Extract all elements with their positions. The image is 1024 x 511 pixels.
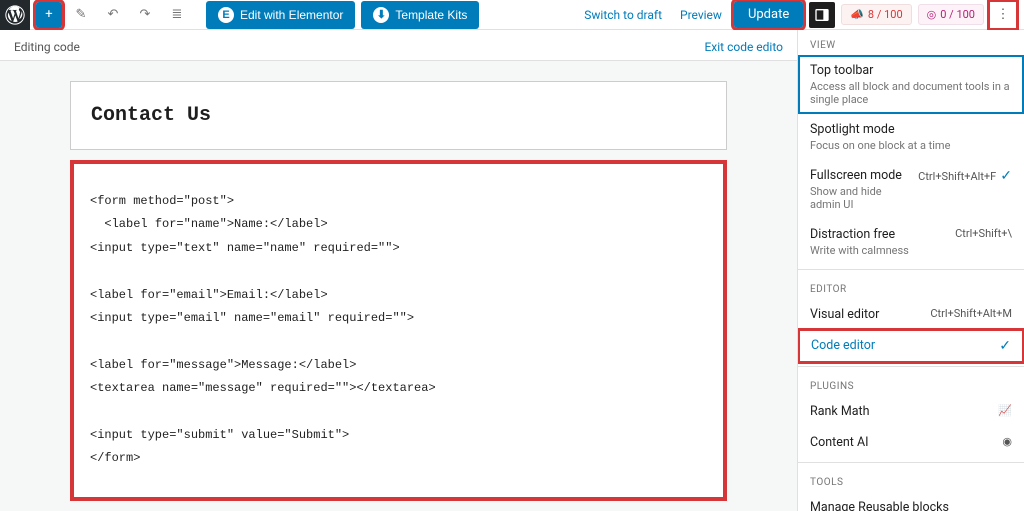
code-editor-label: Code editor [811, 338, 875, 353]
options-menu-button[interactable]: ⋮ [990, 2, 1016, 28]
plus-icon: + [45, 7, 52, 22]
fullscreen-sub: Show and hide admin UI [810, 185, 910, 211]
template-kits-button[interactable]: ⬇ Template Kits [361, 1, 479, 29]
undo-button[interactable]: ↶ [100, 2, 126, 28]
option-top-toolbar[interactable]: Top toolbar Access all block and documen… [798, 55, 1024, 114]
option-distraction-free[interactable]: Distraction free Write with calmness Ctr… [798, 219, 1024, 265]
spiral-icon: ◉ [1002, 435, 1012, 448]
wordpress-icon [5, 5, 25, 25]
spotlight-label: Spotlight mode [810, 122, 950, 137]
undo-icon: ↶ [103, 5, 123, 25]
details-button[interactable]: ≣ [164, 2, 190, 28]
exit-code-editor-link[interactable]: Exit code edito [704, 40, 783, 54]
check-icon: ✓ [1000, 168, 1012, 184]
sidebar-icon [814, 7, 830, 23]
option-fullscreen[interactable]: Fullscreen mode Show and hide admin UI C… [798, 160, 1024, 219]
option-code-editor[interactable]: Code editor ✓ [799, 330, 1023, 362]
page-title: Contact Us [91, 104, 706, 127]
code-editor-content[interactable]: <form method="post"> <label for="name">N… [90, 190, 707, 471]
spotlight-sub: Focus on one block at a time [810, 139, 950, 152]
distraction-sub: Write with calmness [810, 244, 909, 257]
settings-toggle[interactable] [809, 2, 835, 28]
option-manage-reusable[interactable]: Manage Reusable blocks [798, 492, 1024, 511]
seo-score-b[interactable]: ◎ 0 / 100 [918, 4, 984, 25]
switch-to-draft-link[interactable]: Switch to draft [578, 4, 668, 26]
download-icon: ⬇ [373, 7, 389, 23]
section-editor-label: EDITOR [798, 274, 1024, 299]
section-view-label: VIEW [798, 30, 1024, 55]
top-toolbar-label: Top toolbar [810, 63, 1012, 78]
chart-icon: 📈 [998, 404, 1012, 417]
option-rank-math[interactable]: Rank Math 📈 [798, 396, 1024, 427]
seo-score-a[interactable]: 📣 8 / 100 [841, 4, 911, 25]
editor-column: Editing code Exit code edito Contact Us … [0, 30, 797, 511]
target-icon: ◎ [927, 8, 937, 21]
option-spotlight[interactable]: Spotlight mode Focus on one block at a t… [798, 114, 1024, 160]
option-content-ai[interactable]: Content AI ◉ [798, 427, 1024, 458]
rank-math-label: Rank Math [810, 404, 870, 419]
template-kits-label: Template Kits [395, 8, 467, 22]
option-visual-editor[interactable]: Visual editor Ctrl+Shift+Alt+M [798, 299, 1024, 330]
update-button[interactable]: Update [734, 1, 803, 28]
elementor-label: Edit with Elementor [240, 8, 343, 22]
content-ai-label: Content AI [810, 435, 869, 450]
fullscreen-label: Fullscreen mode [810, 168, 910, 183]
fullscreen-shortcut: Ctrl+Shift+Alt+F [918, 170, 996, 183]
seo-score-a-value: 8 / 100 [868, 8, 903, 21]
list-icon: ≣ [167, 5, 187, 25]
title-block[interactable]: Contact Us [70, 81, 727, 150]
code-editor-frame: <form method="post"> <label for="name">N… [70, 160, 727, 501]
seo-score-b-value: 0 / 100 [940, 8, 975, 21]
top-toolbar: + ✎ ↶ ↷ ≣ E Edit with Elementor ⬇ Templa… [0, 0, 1024, 30]
distraction-shortcut: Ctrl+Shift+\ [955, 227, 1012, 240]
options-panel: VIEW Top toolbar Access all block and do… [797, 30, 1024, 511]
visual-editor-label: Visual editor [810, 307, 879, 322]
top-toolbar-sub: Access all block and document tools in a… [810, 80, 1012, 106]
redo-button[interactable]: ↷ [132, 2, 158, 28]
megaphone-icon: 📣 [850, 8, 864, 21]
wp-logo[interactable] [0, 0, 30, 30]
visual-editor-shortcut: Ctrl+Shift+Alt+M [930, 307, 1012, 320]
editor-subbar: Editing code Exit code edito [0, 30, 797, 61]
edit-mode-button[interactable]: ✎ [68, 2, 94, 28]
pencil-icon: ✎ [71, 5, 91, 25]
check-icon: ✓ [999, 338, 1011, 354]
section-tools-label: TOOLS [798, 467, 1024, 492]
reusable-label: Manage Reusable blocks [810, 500, 949, 511]
edit-with-elementor-button[interactable]: E Edit with Elementor [206, 1, 355, 29]
elementor-icon: E [218, 7, 234, 23]
redo-icon: ↷ [135, 5, 155, 25]
editing-code-label: Editing code [14, 40, 80, 54]
section-plugins-label: PLUGINS [798, 371, 1024, 396]
add-block-button[interactable]: + [36, 2, 62, 28]
preview-link[interactable]: Preview [674, 4, 728, 26]
kebab-icon: ⋮ [997, 7, 1010, 22]
distraction-label: Distraction free [810, 227, 909, 242]
